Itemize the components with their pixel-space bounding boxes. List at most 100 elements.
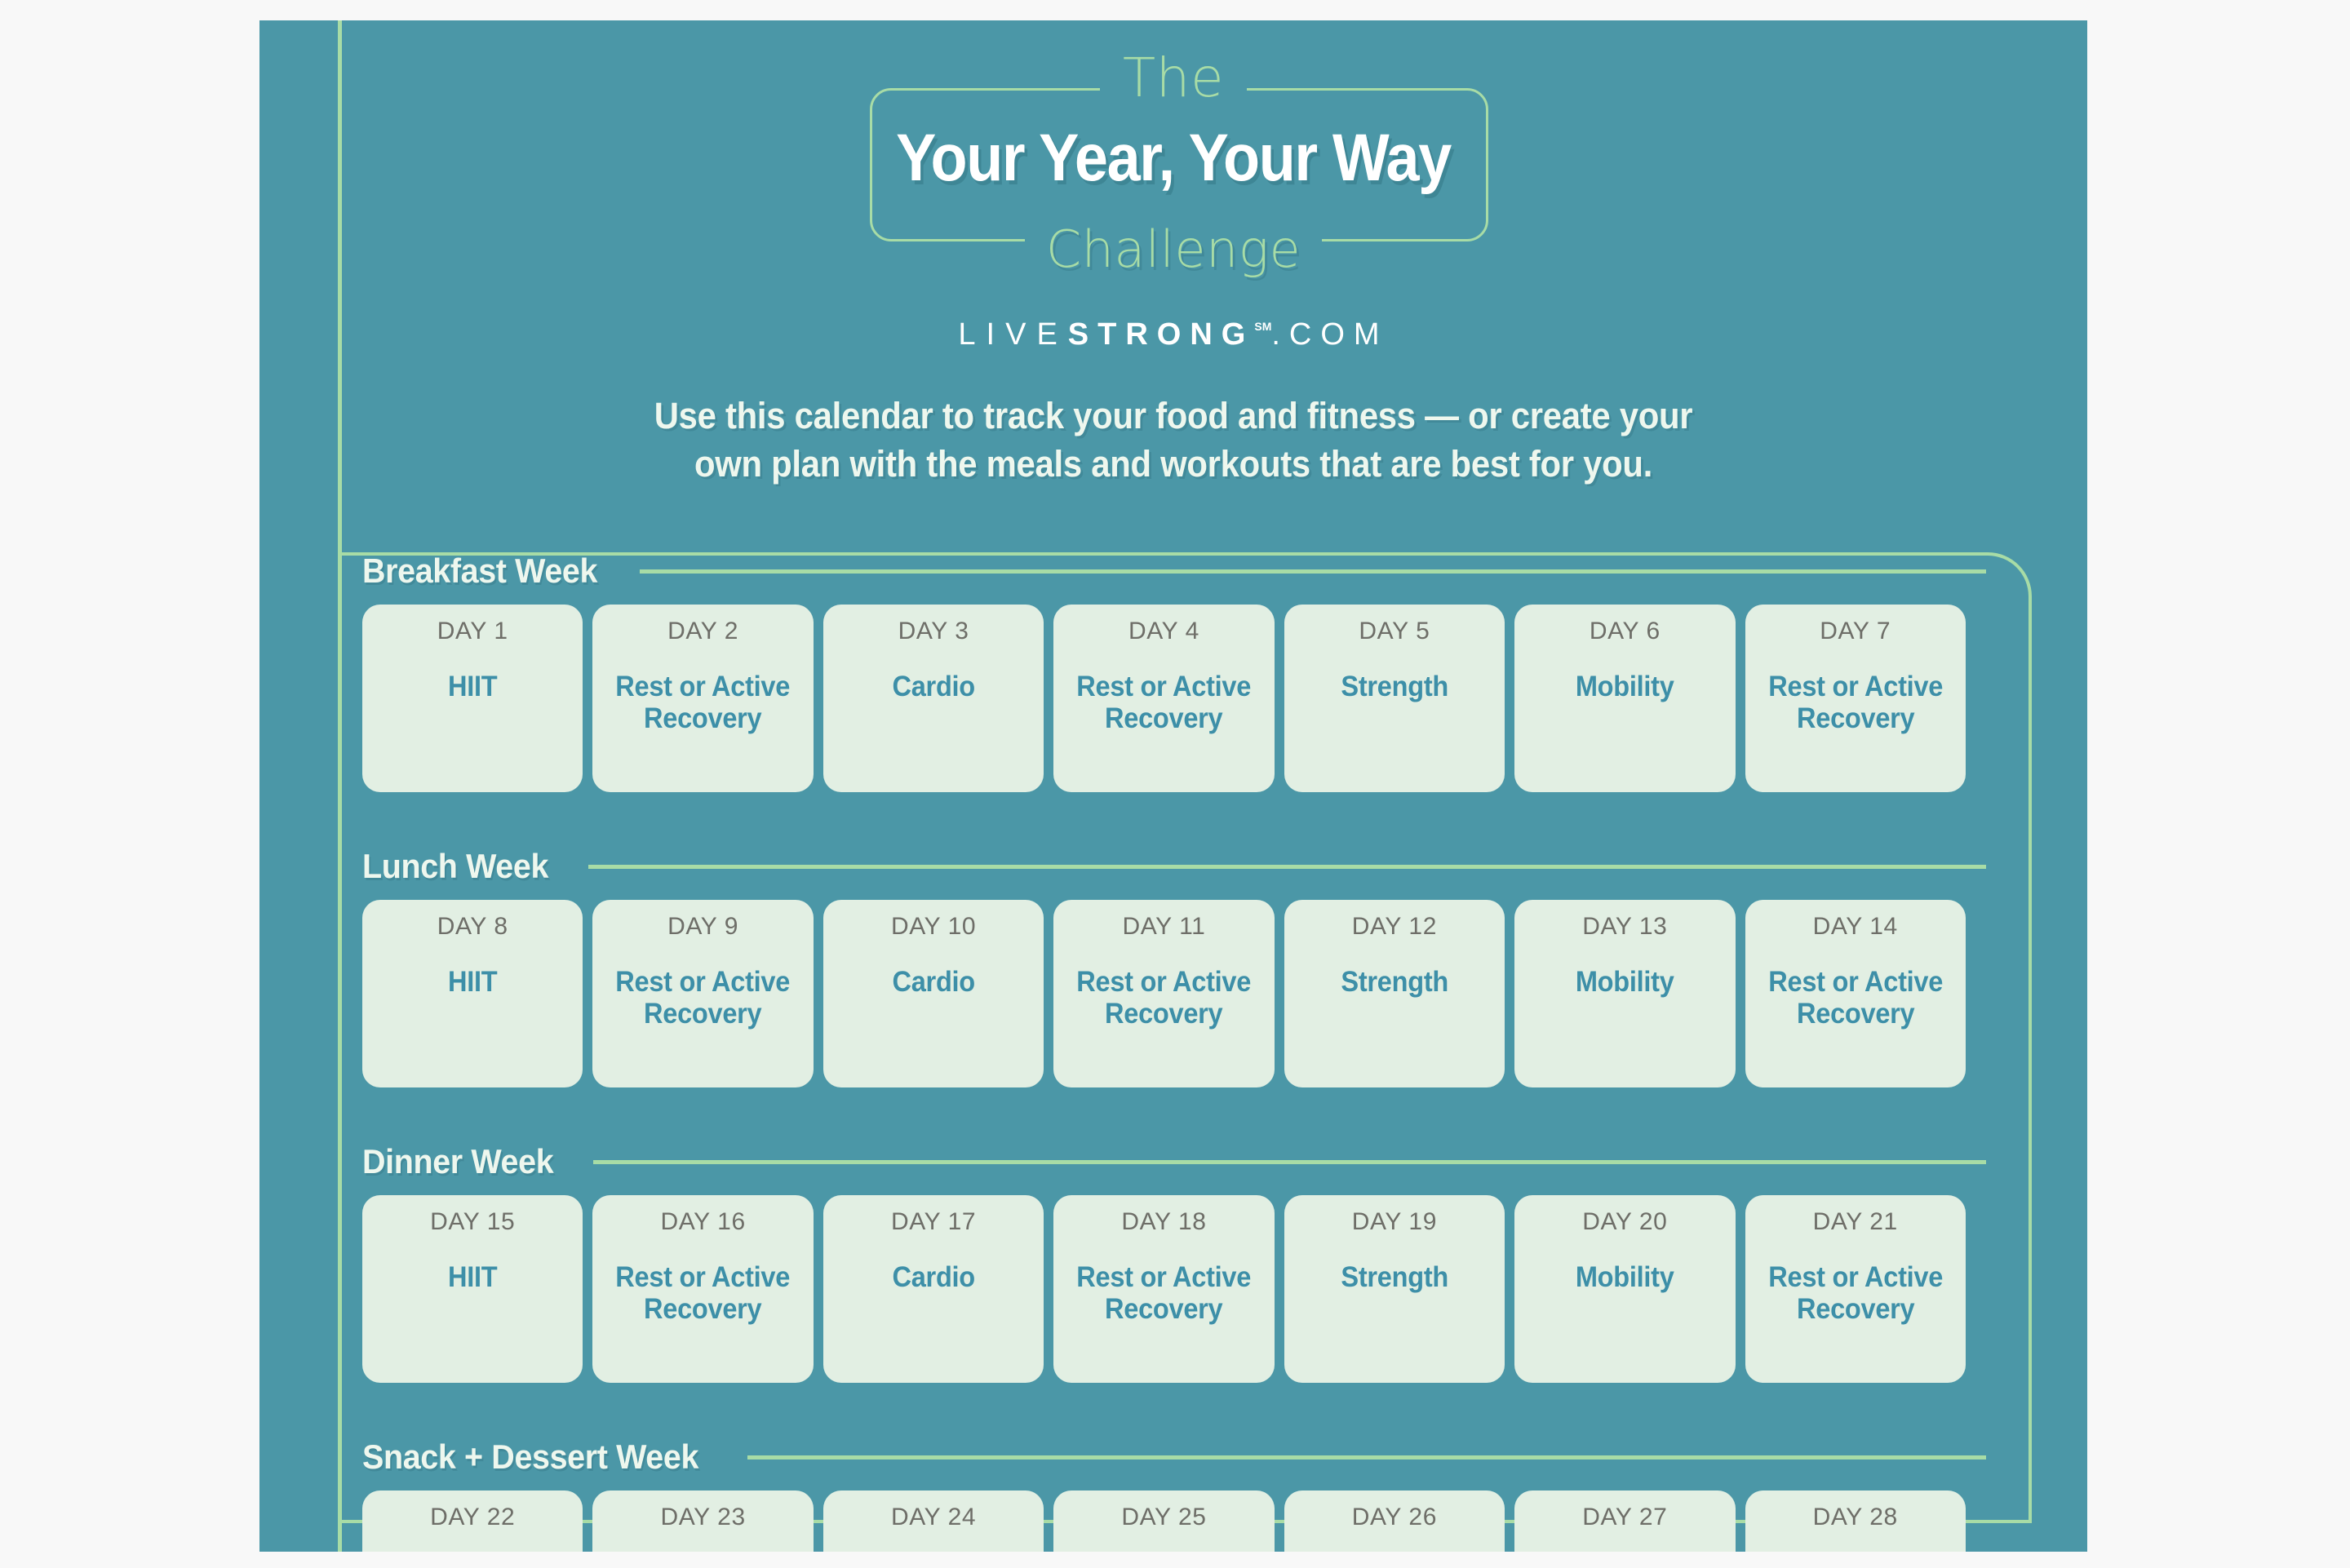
day-label: DAY 14 <box>1812 913 1898 940</box>
days-row: DAY 1 HIIT DAY 2 Rest or Active Recovery DAY… <box>362 605 1966 792</box>
day-label: DAY 28 <box>1812 1504 1898 1530</box>
day-label: DAY 6 <box>1589 618 1661 644</box>
days-row: DAY 8 HIIT DAY 9 Rest or Active Recovery DAY… <box>362 900 1966 1087</box>
day-card[interactable]: DAY 25Rest or Active Recovery <box>1053 1490 1275 1552</box>
week-title: Dinner Week <box>362 1142 554 1180</box>
week-divider-rule <box>588 864 1986 869</box>
week-title: Breakfast Week <box>362 551 598 590</box>
day-card[interactable]: DAY 1 HIIT <box>362 605 583 792</box>
day-activity: Mobility <box>1575 966 1674 998</box>
day-label: DAY 23 <box>660 1504 746 1530</box>
day-label: DAY 24 <box>890 1504 977 1530</box>
week-section-dinner: Dinner Week DAY 15 HIIT DAY 16 Rest or Activ… <box>362 1140 2051 1383</box>
day-label: DAY 5 <box>1359 618 1430 644</box>
day-card[interactable]: DAY 18 Rest or Active Recovery <box>1053 1195 1275 1383</box>
day-label: DAY 27 <box>1582 1504 1668 1530</box>
day-label: DAY 15 <box>430 1208 516 1235</box>
day-label: DAY 17 <box>890 1208 977 1235</box>
title-the-text: The <box>1099 47 1248 109</box>
week-section-lunch: Lunch Week DAY 8 HIIT DAY 9 Rest or Active R… <box>362 844 2051 1087</box>
title-line-the: The <box>259 47 2087 109</box>
days-row: DAY 15 HIIT DAY 16 Rest or Active Recovery D… <box>362 1195 1966 1383</box>
week-header: Lunch Week <box>362 844 1986 888</box>
week-divider-rule <box>593 1159 1986 1164</box>
day-activity: HIIT <box>448 966 498 998</box>
day-activity: Cardio <box>892 1261 975 1293</box>
day-activity: Rest or Active Recovery <box>1767 1261 1943 1326</box>
day-activity: Rest or Active Recovery <box>1076 966 1252 1030</box>
day-card[interactable]: DAY 16 Rest or Active Recovery <box>592 1195 814 1383</box>
days-row: DAY 22HIITDAY 23Rest or Active RecoveryD… <box>362 1490 1966 1552</box>
day-label: DAY 4 <box>1128 618 1199 644</box>
week-section-snack-dessert: Snack + Dessert Week DAY 22HIITDAY 23Rest… <box>362 1435 2051 1552</box>
day-label: DAY 2 <box>667 618 739 644</box>
logo-live-text: LIVE <box>958 317 1068 352</box>
day-activity: Cardio <box>892 966 975 998</box>
day-card[interactable]: DAY 9 Rest or Active Recovery <box>592 900 814 1087</box>
day-label: DAY 12 <box>1351 913 1438 940</box>
day-card[interactable]: DAY 27Mobility <box>1514 1490 1736 1552</box>
day-card[interactable]: DAY 17 Cardio <box>822 1195 1044 1383</box>
day-card[interactable]: DAY 21 Rest or Active Recovery <box>1745 1195 1966 1383</box>
challenge-calendar-poster: The Your Year, Your Way Challenge LIVEST… <box>259 20 2087 1552</box>
week-divider-rule <box>640 569 1986 574</box>
poster-subtitle: Use this calendar to track your food and… <box>323 392 2023 489</box>
day-card[interactable]: DAY 2 Rest or Active Recovery <box>592 605 814 792</box>
day-card[interactable]: DAY 12 Strength <box>1284 900 1505 1087</box>
day-activity: Strength <box>1341 966 1448 998</box>
day-activity: Rest or Active Recovery <box>615 966 791 1030</box>
day-label: DAY 18 <box>1121 1208 1207 1235</box>
subtitle-line-2: own plan with the meals and workouts tha… <box>694 443 1653 485</box>
day-label: DAY 25 <box>1121 1504 1207 1530</box>
day-label: DAY 26 <box>1351 1504 1438 1530</box>
title-line-main: Your Year, Your Way <box>896 121 1452 195</box>
day-card[interactable]: DAY 26Strength <box>1284 1490 1505 1552</box>
day-card[interactable]: DAY 20 Mobility <box>1514 1195 1736 1383</box>
day-activity: Cardio <box>892 671 975 702</box>
day-card[interactable]: DAY 3 Cardio <box>822 605 1044 792</box>
day-label: DAY 11 <box>1122 913 1206 940</box>
day-label: DAY 20 <box>1582 1208 1668 1235</box>
day-card[interactable]: DAY 4 Rest or Active Recovery <box>1053 605 1275 792</box>
day-card[interactable]: DAY 23Rest or Active Recovery <box>592 1490 814 1552</box>
day-card[interactable]: DAY 7 Rest or Active Recovery <box>1745 605 1966 792</box>
day-activity: Strength <box>1341 1261 1448 1293</box>
logo-strong-text: STRONG <box>1067 317 1255 352</box>
day-label: DAY 10 <box>890 913 977 940</box>
logo-com-text: .COM <box>1271 317 1389 352</box>
day-activity: Rest or Active Recovery <box>615 671 791 735</box>
day-activity: Rest or Active Recovery <box>1767 966 1943 1030</box>
day-activity: Mobility <box>1575 1261 1674 1293</box>
day-activity: Rest or Active Recovery <box>1076 671 1252 735</box>
day-label: DAY 22 <box>430 1504 516 1530</box>
day-card[interactable]: DAY 24Cardio <box>822 1490 1044 1552</box>
day-card[interactable]: DAY 13 Mobility <box>1514 900 1736 1087</box>
day-card[interactable]: DAY 11 Rest or Active Recovery <box>1053 900 1275 1087</box>
day-label: DAY 9 <box>667 913 739 940</box>
poster-header: The Your Year, Your Way Challenge LIVEST… <box>259 20 2087 510</box>
day-activity: Strength <box>1341 671 1448 702</box>
day-card[interactable]: DAY 19 Strength <box>1284 1195 1505 1383</box>
week-section-breakfast: Breakfast Week DAY 1 HIIT DAY 2 Rest or Acti… <box>362 549 2051 792</box>
day-card[interactable]: DAY 14 Rest or Active Recovery <box>1745 900 1966 1087</box>
day-card[interactable]: DAY 22HIIT <box>362 1490 583 1552</box>
day-activity: HIIT <box>448 671 498 702</box>
day-card[interactable]: DAY 10 Cardio <box>822 900 1044 1087</box>
day-card[interactable]: DAY 15 HIIT <box>362 1195 583 1383</box>
day-label: DAY 13 <box>1582 913 1668 940</box>
subtitle-line-1: Use this calendar to track your food and… <box>654 395 1693 436</box>
livestrong-logo: LIVESTRONGSM.COM <box>259 319 2087 350</box>
day-card[interactable]: DAY 5 Strength <box>1284 605 1505 792</box>
week-title: Snack + Dessert Week <box>362 1437 699 1476</box>
day-card[interactable]: DAY 6 Mobility <box>1514 605 1736 792</box>
week-header: Dinner Week <box>362 1140 1986 1184</box>
week-header: Breakfast Week <box>362 549 1986 593</box>
day-label: DAY 7 <box>1820 618 1891 644</box>
day-label: DAY 3 <box>898 618 969 644</box>
day-activity: Mobility <box>1575 671 1674 702</box>
day-activity: Rest or Active Recovery <box>1076 1261 1252 1326</box>
week-title: Lunch Week <box>362 847 549 885</box>
day-card[interactable]: DAY 8 HIIT <box>362 900 583 1087</box>
day-activity: HIIT <box>448 1261 498 1293</box>
day-card[interactable]: DAY 28Rest or Active Recovery <box>1745 1490 1966 1552</box>
